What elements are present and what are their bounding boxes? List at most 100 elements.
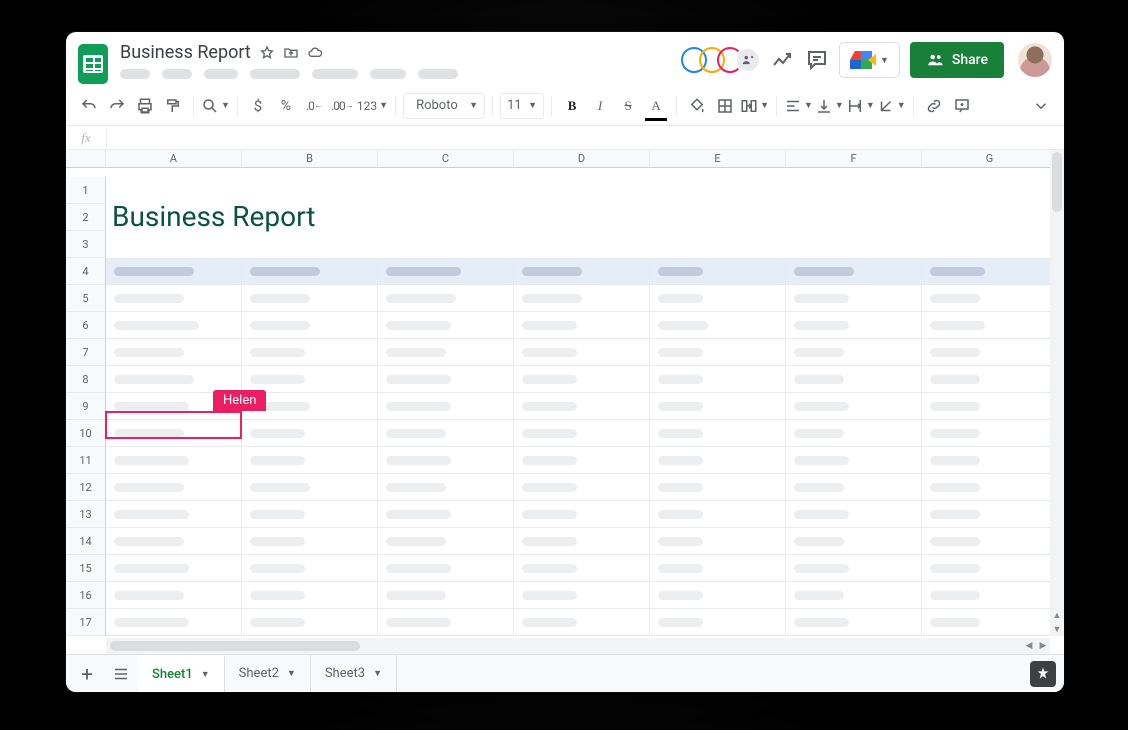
add-sheet-button[interactable]: + — [70, 655, 104, 692]
cell[interactable] — [242, 447, 378, 474]
column-header[interactable]: B — [242, 150, 378, 168]
row-header[interactable]: 4 — [66, 258, 106, 285]
cell[interactable] — [650, 339, 786, 366]
cell[interactable] — [106, 420, 242, 447]
cell[interactable] — [242, 555, 378, 582]
cell[interactable] — [922, 555, 1058, 582]
cell[interactable] — [378, 285, 514, 312]
cell[interactable] — [106, 528, 242, 555]
row-header[interactable]: 9 — [66, 393, 106, 420]
font-family-dropdown[interactable]: Roboto▼ — [403, 93, 485, 119]
share-button[interactable]: Share — [910, 42, 1004, 78]
row-header[interactable]: 3 — [66, 231, 106, 258]
cell[interactable] — [922, 501, 1058, 528]
print-button[interactable] — [132, 93, 158, 119]
cell[interactable] — [106, 231, 242, 258]
cell[interactable] — [378, 393, 514, 420]
formula-input[interactable] — [107, 126, 1064, 149]
cell[interactable] — [650, 555, 786, 582]
cell[interactable] — [786, 501, 922, 528]
cell[interactable] — [650, 258, 786, 285]
cell[interactable] — [106, 393, 242, 420]
cell[interactable] — [242, 474, 378, 501]
row-header[interactable]: 13 — [66, 501, 106, 528]
select-all-corner[interactable] — [66, 150, 106, 168]
cell[interactable] — [242, 420, 378, 447]
cell[interactable] — [242, 366, 378, 393]
cell[interactable] — [786, 258, 922, 285]
horizontal-scrollbar[interactable]: ◀ ▶ — [106, 638, 1050, 654]
text-color-button[interactable]: A — [643, 93, 669, 119]
account-avatar[interactable] — [1018, 43, 1052, 77]
star-icon[interactable] — [259, 45, 275, 61]
cell[interactable] — [106, 474, 242, 501]
cell[interactable]: Business Report — [106, 204, 242, 231]
cell[interactable] — [378, 258, 514, 285]
cell[interactable] — [242, 609, 378, 636]
cell[interactable] — [650, 285, 786, 312]
text-rotation-button[interactable]: ▼ — [877, 93, 906, 119]
cell[interactable] — [786, 420, 922, 447]
cell[interactable] — [922, 231, 1058, 258]
cell[interactable] — [786, 447, 922, 474]
strikethrough-button[interactable]: S — [615, 93, 641, 119]
cell[interactable] — [242, 339, 378, 366]
cell[interactable] — [514, 447, 650, 474]
cell[interactable] — [106, 258, 242, 285]
font-size-dropdown[interactable]: 11▼ — [500, 93, 544, 119]
italic-button[interactable]: I — [587, 93, 613, 119]
cell[interactable] — [106, 447, 242, 474]
cell[interactable] — [378, 420, 514, 447]
decrease-decimal-button[interactable]: .0← — [301, 93, 327, 119]
cell[interactable] — [786, 231, 922, 258]
cell[interactable] — [786, 474, 922, 501]
cell[interactable] — [378, 231, 514, 258]
cell[interactable] — [786, 555, 922, 582]
row-header[interactable]: 14 — [66, 528, 106, 555]
cell[interactable] — [514, 528, 650, 555]
cell[interactable] — [106, 555, 242, 582]
cell[interactable] — [650, 447, 786, 474]
cell[interactable] — [514, 555, 650, 582]
sheet-tab[interactable]: Sheet3▼ — [311, 655, 397, 692]
fill-color-button[interactable] — [684, 93, 710, 119]
vertical-scrollbar[interactable]: ▲ ▼ — [1050, 150, 1064, 636]
activity-trend-icon[interactable] — [771, 48, 795, 72]
text-wrap-button[interactable]: ▼ — [846, 93, 875, 119]
redo-button[interactable] — [104, 93, 130, 119]
meet-button[interactable]: ▼ — [839, 42, 900, 78]
column-header[interactable]: D — [514, 150, 650, 168]
cell[interactable] — [242, 501, 378, 528]
cell[interactable] — [242, 258, 378, 285]
cell[interactable] — [242, 582, 378, 609]
cell[interactable] — [378, 447, 514, 474]
cell[interactable] — [922, 474, 1058, 501]
cell[interactable] — [922, 258, 1058, 285]
cell[interactable] — [650, 312, 786, 339]
cell[interactable] — [242, 528, 378, 555]
row-header[interactable]: 12 — [66, 474, 106, 501]
insert-comment-button[interactable] — [949, 93, 975, 119]
cell[interactable] — [378, 204, 514, 231]
cell[interactable] — [514, 609, 650, 636]
cell[interactable] — [514, 231, 650, 258]
zoom-dropdown[interactable]: ▼ — [201, 93, 230, 119]
chevron-down-icon[interactable]: ▼ — [201, 669, 210, 680]
row-header[interactable]: 16 — [66, 582, 106, 609]
cell[interactable] — [514, 285, 650, 312]
cell[interactable] — [514, 177, 650, 204]
cell[interactable] — [106, 339, 242, 366]
row-header[interactable]: 2 — [66, 204, 106, 231]
cell[interactable] — [242, 312, 378, 339]
cell[interactable] — [650, 366, 786, 393]
cell[interactable] — [650, 474, 786, 501]
currency-button[interactable]: $ — [245, 93, 271, 119]
cell[interactable] — [922, 582, 1058, 609]
cell[interactable] — [922, 366, 1058, 393]
row-header[interactable]: 6 — [66, 312, 106, 339]
cell[interactable] — [514, 582, 650, 609]
cell[interactable] — [650, 420, 786, 447]
collaborator-avatars[interactable] — [681, 47, 761, 73]
sheet-tab[interactable]: Sheet2▼ — [225, 655, 311, 692]
column-header[interactable]: A — [106, 150, 242, 168]
